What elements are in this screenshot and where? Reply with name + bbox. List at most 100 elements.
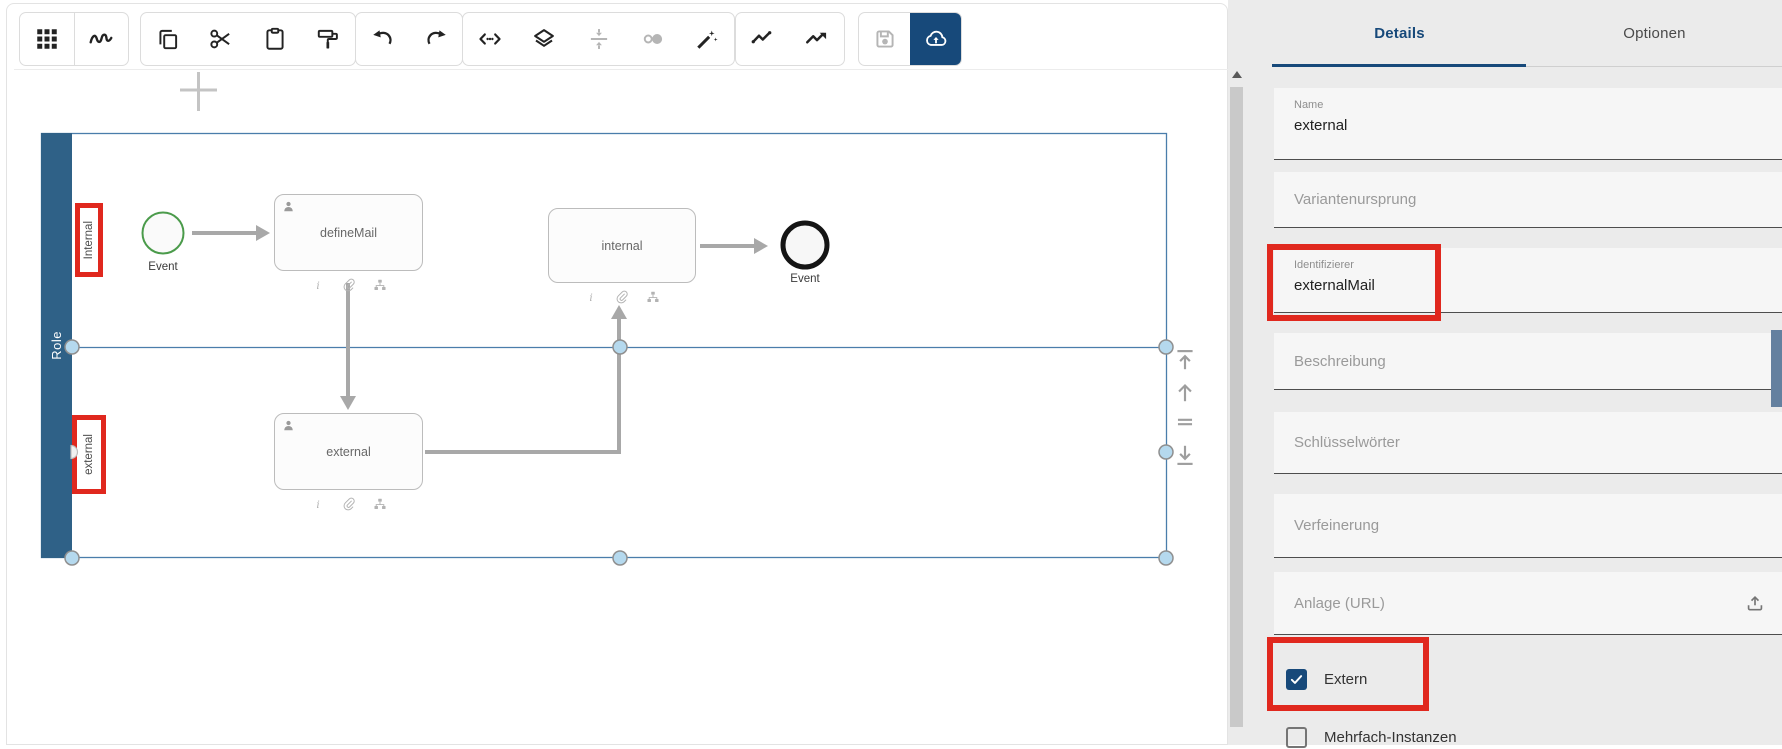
task-definemail-badges [274,278,423,292]
field-name-label: Name [1294,99,1324,111]
move-up-icon [1172,379,1198,405]
save-button[interactable] [859,13,910,65]
lane-move-to-bottom-button[interactable] [1172,442,1198,468]
paste-clipboard-icon [262,26,288,52]
checkbox-row-mehrfach-instanzen[interactable]: Mehrfach-Instanzen [1286,725,1457,749]
code-expand-icon [477,26,503,52]
properties-panel: Details Optionen Name external Varianten… [1228,0,1782,748]
field-verfeinerung-label: Verfeinerung [1294,517,1380,534]
person-icon [281,199,296,214]
lane-internal-label[interactable]: Internal [83,221,95,259]
cloud-upload-button[interactable] [910,13,961,65]
polyline-button[interactable] [736,13,790,65]
field-verfeinerung[interactable]: Verfeinerung [1274,494,1782,558]
polyline-icon [750,26,776,52]
panel-right-scrollbar-thumb[interactable] [1771,330,1782,407]
panel-tabs: Details Optionen [1272,0,1782,67]
task-label: internal [601,238,643,253]
magic-wand-button[interactable] [680,13,734,65]
field-beschreibung-label: Beschreibung [1294,352,1386,370]
toolbar-group-clipboard [140,12,356,66]
move-to-top-icon [1172,347,1198,373]
field-variantenursprung-label: Variantenursprung [1294,191,1417,208]
field-schluesselwoerter[interactable]: Schlüsselwörter [1274,412,1782,474]
trending-up-button[interactable] [790,13,844,65]
copy-icon [155,26,181,52]
field-name[interactable]: Name external [1274,88,1782,160]
toolbar-group-tools [462,12,735,66]
task-label: external [326,444,371,459]
copy-button[interactable] [141,13,195,65]
toggle-circles-button[interactable] [626,13,680,65]
sitemap-icon[interactable] [373,497,387,511]
paperclip-icon[interactable] [342,278,356,292]
format-paint-roller-icon [315,26,341,52]
move-to-bottom-icon [1172,442,1198,468]
start-event-label: Event [148,261,178,273]
vertical-align-center-icon [586,26,612,52]
paperclip-icon[interactable] [615,290,629,304]
info-icon[interactable] [311,278,325,292]
code-expand-button[interactable] [463,13,517,65]
upload-icon[interactable] [1744,592,1766,614]
layers-icon [531,26,557,52]
mehrfach-instanzen-checkbox-label: Mehrfach-Instanzen [1324,728,1457,746]
redo-button[interactable] [409,13,462,65]
task-external-badges [274,497,423,511]
task-internal[interactable]: internal [548,208,696,283]
lane-external-label[interactable]: external [83,434,95,475]
mehrfach-instanzen-checkbox[interactable] [1286,726,1307,748]
equals-icon [1172,409,1198,435]
toolbar-group-history [355,12,463,66]
task-definemail[interactable]: defineMail [274,194,423,271]
lane-external-highlight: external [72,415,106,494]
tab-details[interactable]: Details [1272,0,1527,67]
toggle-circles-icon [640,26,666,52]
toolbar-group-nav [19,12,129,66]
pool-role-bar[interactable]: Role [41,133,72,558]
cut-button[interactable] [195,13,249,65]
active-tab-underline [1272,64,1526,67]
layers-button[interactable] [517,13,571,65]
cut-scissors-icon [208,26,234,52]
paste-button[interactable] [248,13,302,65]
field-beschreibung[interactable]: Beschreibung [1274,333,1782,390]
undo-icon [370,26,396,52]
scribble-gesture-button[interactable] [73,13,129,65]
lane-internal-highlight: Internal [75,203,103,277]
magic-wand-icon [694,26,720,52]
lane-move-up-button[interactable] [1172,379,1198,405]
grid-menu-icon [34,26,60,52]
field-anlage-url-label: Anlage (URL) [1294,594,1385,612]
undo-button[interactable] [356,13,409,65]
field-schluesselwoerter-label: Schlüsselwörter [1294,434,1400,451]
extern-highlight-box [1267,637,1429,711]
info-icon[interactable] [311,497,325,511]
cloud-upload-icon [923,26,949,52]
sitemap-icon[interactable] [373,278,387,292]
panel-scrollbar-up-arrow[interactable] [1232,71,1242,78]
tab-optionen[interactable]: Optionen [1527,0,1782,67]
lane-equal-size-button[interactable] [1172,409,1198,435]
field-anlage-url[interactable]: Anlage (URL) [1274,572,1782,635]
sitemap-icon[interactable] [646,290,660,304]
info-icon[interactable] [584,290,598,304]
vertical-align-center-button[interactable] [571,13,625,65]
field-variantenursprung[interactable]: Variantenursprung [1274,172,1782,228]
toolbar-group-save [858,12,962,66]
field-name-value: external [1294,117,1348,134]
scribble-gesture-icon [88,26,114,52]
grid-menu-button[interactable] [20,13,74,65]
save-disk-icon [872,26,898,52]
lane-move-to-top-button[interactable] [1172,347,1198,373]
paperclip-icon[interactable] [342,497,356,511]
format-paint-button[interactable] [302,13,356,65]
task-external[interactable]: external [274,413,423,490]
person-icon [281,418,296,433]
redo-icon [423,26,449,52]
identifizierer-highlight-box [1267,244,1441,321]
toolbar-separator [14,69,1234,70]
trending-up-icon [804,26,830,52]
task-internal-badges [548,290,696,304]
panel-scrollbar-thumb[interactable] [1230,87,1243,727]
